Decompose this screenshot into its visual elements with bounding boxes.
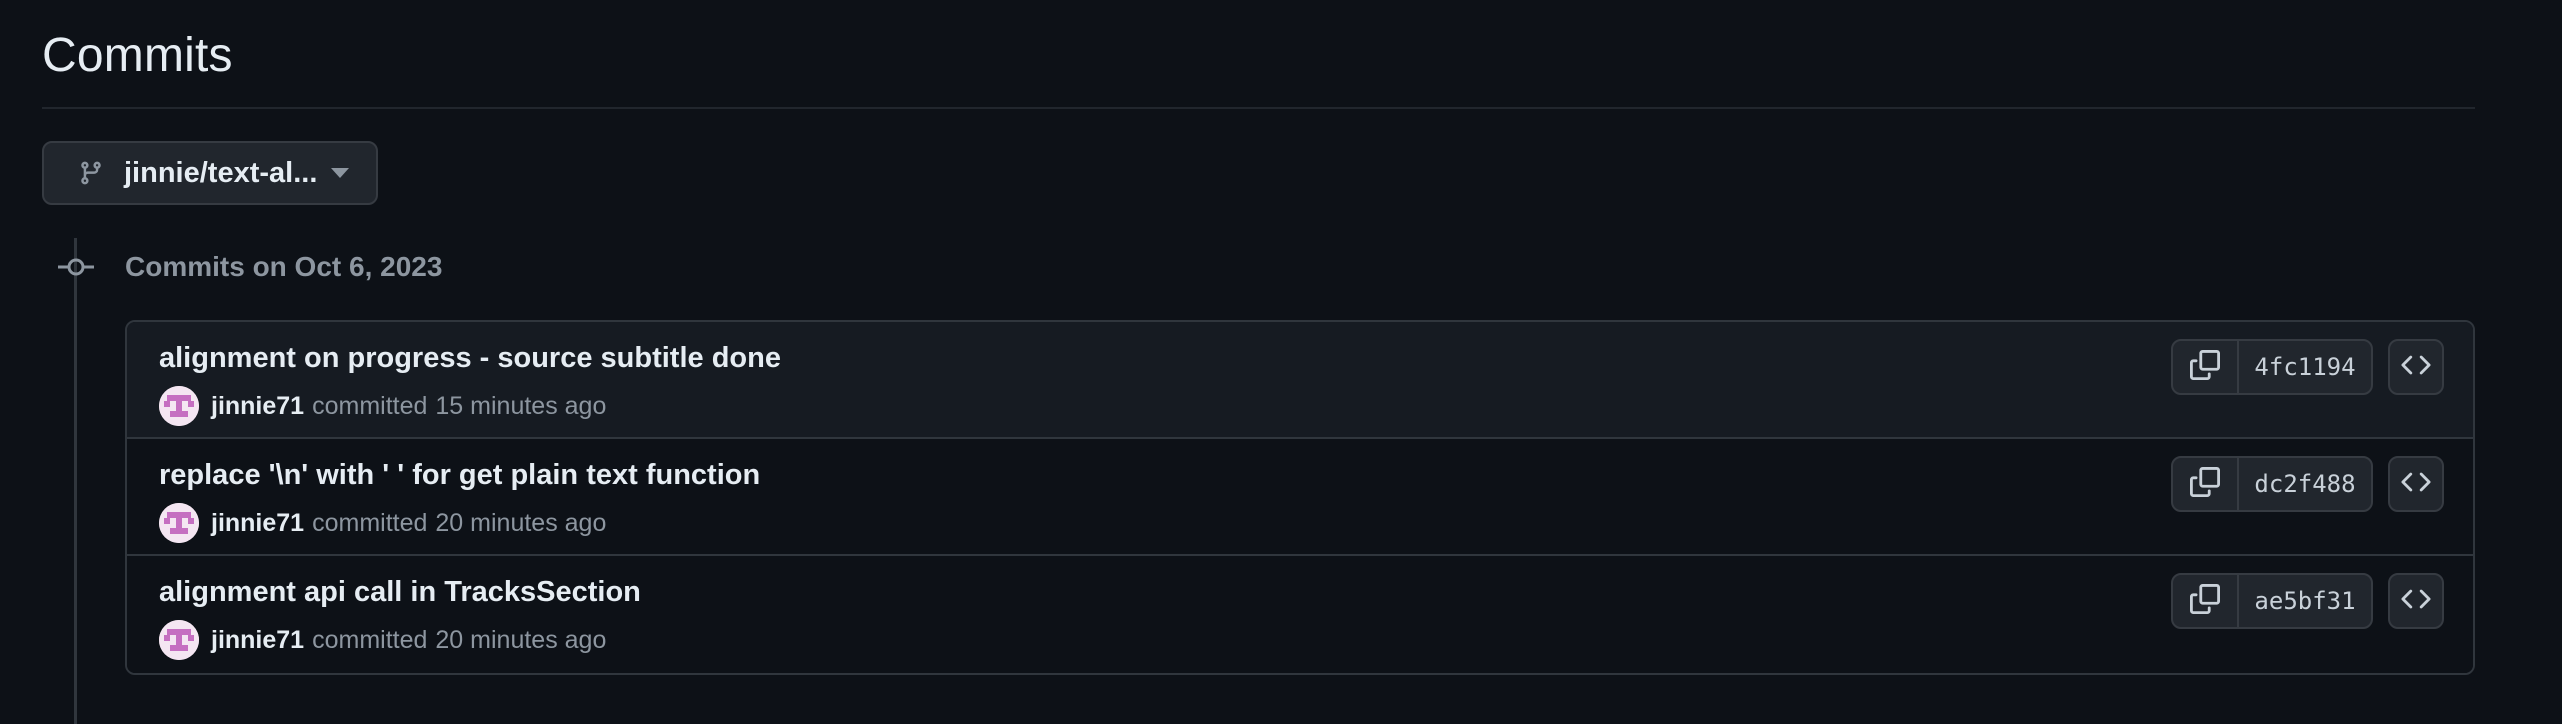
title-divider	[42, 107, 2475, 109]
avatar[interactable]	[159, 620, 199, 660]
copy-sha-button[interactable]	[2173, 458, 2239, 510]
commit-sha-link[interactable]: ae5bf31	[2239, 575, 2371, 627]
commit-verb: committed	[312, 391, 428, 420]
commit-row: alignment on progress - source subtitle …	[127, 322, 2473, 439]
commit-group-heading: Commits on Oct 6, 2023	[125, 251, 443, 282]
commit-message-link[interactable]: alignment on progress - source subtitle …	[159, 342, 781, 375]
commit-time: 15 minutes ago	[435, 391, 607, 420]
browse-repository-button[interactable]	[2388, 573, 2444, 629]
browse-repository-button[interactable]	[2388, 456, 2444, 512]
avatar[interactable]	[159, 503, 199, 543]
commit-verb: committed	[312, 625, 428, 654]
caret-down-icon	[331, 167, 351, 179]
copy-sha-button[interactable]	[2173, 575, 2239, 627]
copy-icon	[2190, 466, 2220, 502]
commit-list: alignment on progress - source subtitle …	[125, 320, 2475, 675]
code-icon	[2401, 350, 2431, 385]
copy-sha-button[interactable]	[2173, 341, 2239, 393]
commit-time: 20 minutes ago	[435, 508, 607, 537]
commit-row: alignment api call in TracksSection jinn…	[127, 556, 2473, 673]
author-link[interactable]: jinnie71	[211, 626, 304, 655]
code-icon	[2401, 584, 2431, 619]
author-link[interactable]: jinnie71	[211, 392, 304, 421]
git-commit-icon	[58, 253, 94, 281]
timeline-line	[74, 238, 77, 724]
commit-message-link[interactable]: alignment api call in TracksSection	[159, 576, 641, 609]
commit-sha-group: ae5bf31	[2171, 573, 2373, 629]
commit-time: 20 minutes ago	[435, 625, 607, 654]
commit-message-link[interactable]: replace '\n' with ' ' for get plain text…	[159, 459, 760, 492]
commits-page: Commits jinnie/text-al... Commits on Oct…	[0, 0, 2562, 724]
commit-sha-group: dc2f488	[2171, 456, 2373, 512]
git-branch-icon	[78, 157, 106, 189]
code-icon	[2401, 467, 2431, 502]
commit-sha-link[interactable]: 4fc1194	[2239, 341, 2371, 393]
author-link[interactable]: jinnie71	[211, 509, 304, 538]
commit-sha-group: 4fc1194	[2171, 339, 2373, 395]
commit-meta: jinnie71 committed 20 minutes ago	[159, 620, 606, 660]
copy-icon	[2190, 349, 2220, 385]
browse-repository-button[interactable]	[2388, 339, 2444, 395]
commit-meta: jinnie71 committed 15 minutes ago	[159, 386, 606, 426]
commit-verb: committed	[312, 508, 428, 537]
branch-selector-button[interactable]: jinnie/text-al...	[42, 141, 378, 205]
avatar[interactable]	[159, 386, 199, 426]
commit-sha-link[interactable]: dc2f488	[2239, 458, 2371, 510]
copy-icon	[2190, 583, 2220, 619]
commit-row: replace '\n' with ' ' for get plain text…	[127, 439, 2473, 556]
branch-selector-label: jinnie/text-al...	[124, 156, 318, 189]
commit-meta: jinnie71 committed 20 minutes ago	[159, 503, 606, 543]
page-title: Commits	[42, 29, 233, 82]
